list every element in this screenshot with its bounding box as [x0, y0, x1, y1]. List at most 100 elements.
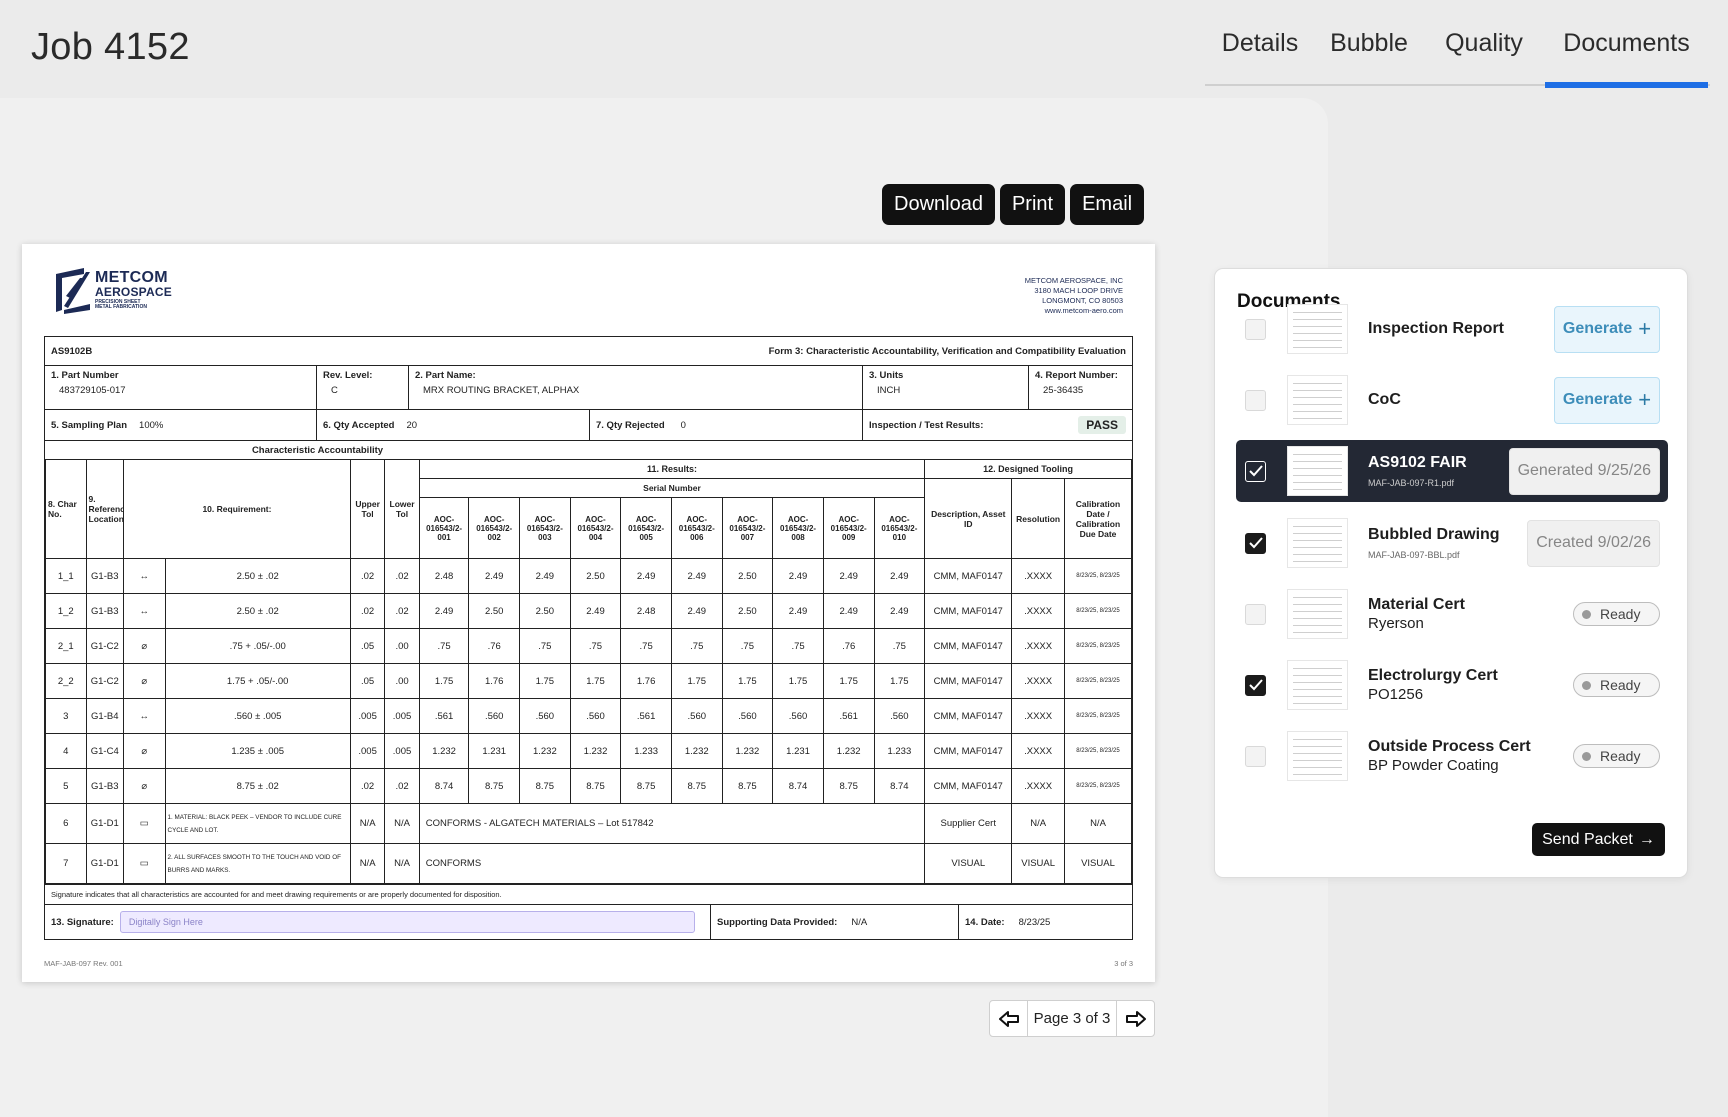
status-badge: Generated 9/25/26	[1508, 447, 1660, 495]
status-badge: Created 9/02/26	[1527, 519, 1660, 567]
plus-icon: +	[1638, 387, 1652, 412]
document-title: Outside Process Cert	[1368, 738, 1531, 756]
document-title: AS9102 FAIR	[1368, 454, 1467, 472]
status-dot-icon	[1582, 680, 1591, 690]
document-checkbox[interactable]	[1245, 674, 1266, 696]
status-dot-icon	[1582, 609, 1591, 619]
feature-symbol-icon: ⌀	[122, 733, 166, 769]
checkmark-icon	[1248, 679, 1263, 691]
signature-field[interactable]: Digitally Sign Here	[119, 911, 695, 933]
serial-header: AOC-016543/2-010	[873, 497, 926, 559]
page-navigator: Page 3 of 3	[989, 1000, 1155, 1037]
logo-subtext: AEROSPACE	[95, 285, 172, 299]
generate-button[interactable]: Generate +	[1554, 376, 1660, 424]
email-button[interactable]: Email	[1070, 184, 1145, 225]
document-checkbox[interactable]	[1245, 603, 1266, 625]
form-title: Form 3: Characteristic Accountability, V…	[768, 345, 1126, 357]
document-thumbnail	[1287, 518, 1348, 568]
page-indicator: Page 3 of 3	[1027, 1001, 1117, 1036]
feature-symbol-icon: ↔	[122, 593, 166, 629]
feature-symbol-icon: ↔	[122, 558, 166, 594]
document-subtitle: Ryerson	[1368, 614, 1424, 632]
document-checkbox[interactable]	[1245, 318, 1266, 340]
tab-bar: Details Bubble Quality Documents	[1205, 0, 1710, 88]
tab-quality[interactable]: Quality	[1423, 0, 1545, 86]
section-title: Characteristic Accountability	[251, 444, 384, 456]
part-name: MRX ROUTING BRACKET, ALPHAX	[423, 385, 580, 396]
table-row: 2_2 G1-C2 ⌀ 1.75 + .05/-.00.05.00 1.75 1.76 1.…	[45, 663, 1133, 699]
document-row[interactable]: Bubbled Drawing MAF-JAB-097-BBL.pdf Create…	[1236, 512, 1668, 574]
table-row: 6 G1-D1 ▭ 1. MATERIAL: BLACK PEEK – VENDOR …	[45, 803, 1133, 844]
feature-symbol-icon: ⌀	[122, 768, 166, 804]
document-page: METCOM AEROSPACE PRECISION SHEET METAL F…	[22, 244, 1155, 982]
document-row[interactable]: Material Cert Ryerson Ready	[1236, 583, 1668, 645]
checkmark-icon	[1248, 465, 1263, 477]
print-button[interactable]: Print	[999, 184, 1066, 225]
serial-header: AOC-016543/2-006	[670, 497, 723, 559]
document-thumbnail	[1287, 446, 1348, 496]
document-checkbox[interactable]	[1245, 745, 1266, 767]
serial-header: AOC-016543/2-002	[468, 497, 521, 559]
note-flag-icon: ▭	[122, 843, 166, 884]
serial-header: AOC-016543/2-003	[519, 497, 571, 559]
plus-icon: +	[1638, 316, 1652, 341]
download-button[interactable]: Download	[882, 184, 995, 225]
qty-rejected: 0	[680, 419, 686, 431]
document-row[interactable]: Electrolurgy Cert PO1256 Ready	[1236, 654, 1668, 716]
signature-note: Signature indicates that all characteris…	[51, 890, 502, 899]
document-checkbox[interactable]	[1245, 389, 1266, 411]
serial-header: AOC-016543/2-004	[569, 497, 622, 559]
document-row[interactable]: CoC Generate +	[1236, 369, 1668, 431]
checkmark-icon	[1248, 537, 1263, 549]
document-title: Bubbled Drawing	[1368, 526, 1500, 544]
document-subtitle: PO1256	[1368, 685, 1424, 703]
table-row: 4 G1-C4 ⌀ 1.235 ± .005.005.005 1.232 1.231 1.2…	[45, 733, 1133, 769]
document-checkbox[interactable]	[1245, 532, 1266, 554]
serial-header: AOC-016543/2-009	[822, 497, 875, 559]
document-filename: MAF-JAB-097-R1.pdf	[1368, 477, 1455, 488]
table-row: 1_1 G1-B3 ↔ 2.50 ± .02.02.02 2.48 2.49 2.49 2.5…	[45, 558, 1133, 594]
rev-level: C	[331, 385, 338, 396]
logo-text: METCOM	[95, 269, 168, 286]
document-thumbnail	[1287, 589, 1348, 639]
units: INCH	[877, 385, 901, 396]
prev-page-button[interactable]	[990, 1001, 1027, 1036]
serial-header: AOC-016543/2-005	[620, 497, 672, 559]
document-title: Electrolurgy Cert	[1368, 667, 1498, 685]
table-row: 7 G1-D1 ▭ 2. ALL SURFACES SMOOTH TO THE TOU…	[45, 843, 1133, 884]
report-number: 25-36435	[1043, 385, 1084, 396]
ready-badge: Ready	[1573, 673, 1660, 697]
document-row[interactable]: Outside Process Cert BP Powder Coating Rea…	[1236, 725, 1668, 787]
next-page-button[interactable]	[1117, 1001, 1154, 1036]
document-checkbox[interactable]	[1245, 460, 1266, 482]
table-row: 1_2 G1-B3 ↔ 2.50 ± .02.02.02 2.49 2.50 2.50 2.4…	[45, 593, 1133, 629]
company-address: METCOM AEROSPACE, INC 3180 MACH LOOP DRI…	[1024, 276, 1123, 315]
generate-button[interactable]: Generate +	[1554, 305, 1660, 353]
document-title: Inspection Report	[1368, 319, 1505, 337]
note-flag-icon: ▭	[122, 803, 166, 844]
part-number: 483729105-017	[59, 385, 126, 396]
document-filename: MAF-JAB-097-BBL.pdf	[1368, 549, 1460, 560]
tab-bubble[interactable]: Bubble	[1315, 0, 1423, 86]
status-dot-icon	[1582, 751, 1591, 761]
tab-details[interactable]: Details	[1205, 0, 1315, 86]
document-title: Material Cert	[1368, 596, 1465, 614]
table-row: 3 G1-B4 ↔ .560 ± .005.005.005.561.560.560.5…	[45, 698, 1133, 734]
send-packet-button[interactable]: Send Packet →	[1532, 823, 1665, 856]
logo-tagline-2: METAL FABRICATION	[95, 304, 147, 310]
document-row[interactable]: AS9102 FAIR MAF-JAB-097-R1.pdf Generated 9…	[1236, 440, 1668, 502]
tab-documents[interactable]: Documents	[1545, 0, 1708, 88]
document-row[interactable]: Inspection Report Generate +	[1236, 298, 1668, 360]
serial-header: AOC-016543/2-008	[772, 497, 824, 559]
feature-symbol-icon: ↔	[122, 698, 166, 734]
form-standard: AS9102B	[51, 345, 93, 357]
ready-badge: Ready	[1573, 744, 1660, 768]
document-subtitle: BP Powder Coating	[1368, 756, 1499, 774]
document-thumbnail	[1287, 731, 1348, 781]
ready-badge: Ready	[1573, 602, 1660, 626]
document-actions: Download Print Email	[882, 184, 1145, 225]
feature-symbol-icon: ⌀	[122, 663, 166, 699]
document-thumbnail	[1287, 660, 1348, 710]
feature-symbol-icon: ⌀	[122, 628, 166, 664]
as9102-form: AS9102B Form 3: Characteristic Accountab…	[44, 336, 1133, 940]
